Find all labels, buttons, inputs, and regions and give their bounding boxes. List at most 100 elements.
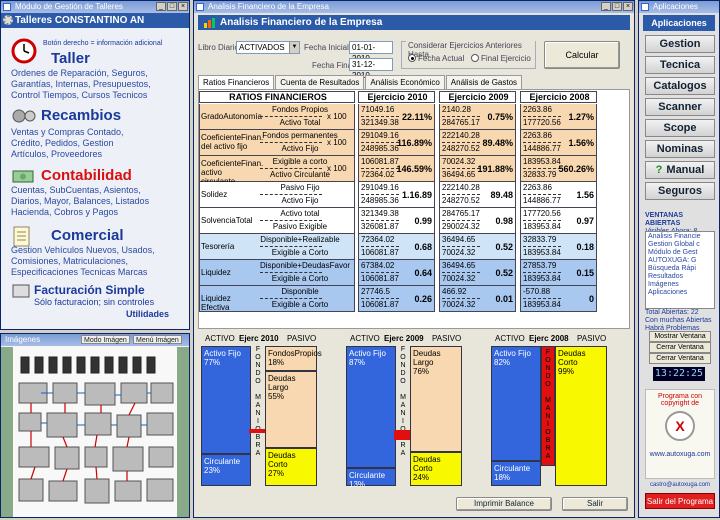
comercial-title[interactable]: Comercial bbox=[51, 227, 124, 244]
value-numerator: 32833.79 bbox=[523, 235, 557, 244]
open-window-item[interactable]: AUTOXUGA: G bbox=[648, 257, 712, 265]
value-denominator: 70024.32 bbox=[442, 248, 476, 257]
warning-note-1: Con muchas Abiertas bbox=[645, 317, 712, 324]
tab-ratios-financieros[interactable]: Ratios Financieros bbox=[198, 75, 275, 89]
maximize-icon[interactable]: □ bbox=[167, 2, 177, 11]
app-button-label: Seguros bbox=[657, 185, 702, 197]
right-window-titlebar[interactable]: Aplicaciones bbox=[639, 1, 719, 13]
recambios-title[interactable]: Recambios bbox=[41, 107, 121, 124]
open-window-item[interactable]: Aplicaciones bbox=[648, 289, 712, 297]
ratio-value-cell: 2263.86 177720.56 1.27% bbox=[520, 104, 597, 130]
value-denominator: 106081.87 bbox=[361, 274, 399, 283]
app-button-nominas[interactable]: Nominas bbox=[645, 140, 715, 158]
salir-programa-button[interactable]: Salir del Programa bbox=[645, 493, 715, 509]
value-denominator: 290024.32 bbox=[442, 222, 480, 231]
radio-fecha-actual[interactable] bbox=[408, 54, 416, 62]
ventanas-abiertas-title: VENTANAS ABIERTAS bbox=[645, 212, 683, 227]
open-window-item[interactable]: Resultados bbox=[648, 273, 712, 281]
tab-analisis-economico[interactable]: Análisis Económico bbox=[365, 75, 445, 89]
autoxuga-logo-icon: X bbox=[665, 411, 695, 441]
left-window-titlebar[interactable]: Módulo de Gestión de Talleres _ □ × bbox=[1, 1, 189, 13]
open-window-item[interactable]: Módulo de Gest bbox=[648, 249, 712, 257]
total-abiertas-box: Total Abiertas: 22 Con muchas Abiertas H… bbox=[645, 309, 715, 333]
minimize-icon[interactable]: _ bbox=[156, 2, 166, 11]
section-contabilidad[interactable]: Contabilidad Cuentas, SubCuentas, Asient… bbox=[1, 165, 191, 225]
libro-diario-select[interactable]: ACTIVADOS ▼ bbox=[236, 41, 300, 54]
fecha-inicial-input[interactable]: 01-01-2010 bbox=[349, 41, 393, 63]
main-window-titlebar[interactable]: Analisis Financiero de la Empresa _ □ × bbox=[194, 1, 634, 13]
cerrar-ventana-button-2[interactable]: Cerrar Ventana bbox=[649, 353, 711, 364]
app-button-label: Nominas bbox=[656, 143, 704, 155]
section-comercial[interactable]: Comercial Gestion Vehículos Nuevos, Usad… bbox=[1, 223, 191, 283]
app-button-gestion[interactable]: Gestion bbox=[645, 35, 715, 53]
ratio-value-cell: 2263.86 144886.77 1.56 bbox=[520, 182, 597, 208]
financial-analysis-window: Analisis Financiero de la Empresa _ □ × An… bbox=[193, 0, 635, 518]
section-recambios[interactable]: Recambios Ventas y Compras Contado, Créd… bbox=[1, 105, 191, 165]
website-link[interactable]: www.autoxuga.com bbox=[646, 451, 714, 458]
value-numerator: 177720.56 bbox=[523, 209, 561, 218]
app-button-tecnica[interactable]: Tecnica bbox=[645, 56, 715, 74]
ratios-panel: RATIOS FINANCIEROS Ejercicio 2010 Ejerci… bbox=[198, 89, 630, 489]
ratio-value-cell: -570.88 183953.84 0 bbox=[520, 286, 597, 312]
facturacion-title[interactable]: Facturación Simple bbox=[34, 283, 145, 297]
close-icon[interactable]: × bbox=[178, 2, 188, 11]
utilidades-link[interactable]: Utilidades bbox=[126, 309, 169, 319]
image-menu-button[interactable]: Menú Imágen bbox=[133, 335, 182, 344]
images-titlebar[interactable]: Imágenes Modo Imágen Menú Imágen bbox=[1, 334, 189, 346]
value-denominator: 248985.36 bbox=[361, 144, 399, 153]
balance-chart: ACTIVO Ejerc 2009 PASIVO Activo Fijo 87% … bbox=[344, 334, 484, 489]
maximize-icon[interactable]: □ bbox=[612, 2, 622, 11]
app-button-scope[interactable]: Scope bbox=[645, 119, 715, 137]
applications-window: Aplicaciones Aplicaciones Gestion Tecnica… bbox=[638, 0, 720, 518]
mostrar-ventana-button[interactable]: Mostrar Ventana bbox=[649, 331, 711, 342]
open-window-item[interactable]: Imágenes bbox=[648, 281, 712, 289]
close-icon[interactable]: × bbox=[623, 2, 633, 11]
fecha-final-input[interactable]: 31-12-2010 bbox=[349, 58, 393, 80]
value-numerator: 222140.28 bbox=[442, 183, 480, 192]
ratio-name: Tesorería bbox=[201, 242, 235, 251]
money-icon bbox=[12, 170, 34, 183]
open-window-item[interactable]: Gestion Global c bbox=[648, 241, 712, 249]
value-numerator: 106081.87 bbox=[361, 157, 399, 166]
ratio-result: 0.97 bbox=[576, 216, 594, 226]
activo-fijo-bar: Activo Fijo 87% bbox=[346, 346, 396, 468]
value-numerator: 70024.32 bbox=[442, 157, 476, 166]
imprimir-balance-button[interactable]: Imprimir Balance bbox=[456, 497, 552, 511]
radio-final-ejercicio[interactable] bbox=[471, 54, 479, 62]
ratio-result: 0.99 bbox=[414, 216, 432, 226]
email-link[interactable]: castro@autoxuga.com bbox=[645, 482, 715, 488]
value-denominator: 106081.87 bbox=[361, 300, 399, 309]
calcular-button[interactable]: Calcular bbox=[544, 41, 620, 69]
app-button-manual[interactable]: ? Manual bbox=[645, 161, 715, 179]
tab-analisis-gastos[interactable]: Análisis de Gastos bbox=[445, 75, 523, 89]
app-button-catalogos[interactable]: Catalogos bbox=[645, 77, 715, 95]
libro-diario-label: Libro Diario bbox=[198, 43, 239, 52]
gear-icon bbox=[3, 15, 13, 25]
chevron-down-icon[interactable]: ▼ bbox=[289, 42, 299, 53]
taller-title[interactable]: Taller bbox=[51, 50, 90, 67]
value-denominator: 183953.84 bbox=[523, 300, 561, 309]
section-taller[interactable]: Botón derecho = información adicional Ta… bbox=[1, 28, 191, 100]
app-button-scanner[interactable]: Scanner bbox=[645, 98, 715, 116]
minimize-icon[interactable]: _ bbox=[601, 2, 611, 11]
ratio-result: 0.68 bbox=[414, 242, 432, 252]
open-windows-list[interactable]: Analisis Financie Gestion Global c Módulo … bbox=[645, 231, 715, 309]
ratio-name: GradoAutonomía bbox=[201, 112, 262, 121]
ratio-value-cell: 183953.84 32833.79 560.26% bbox=[520, 156, 597, 182]
salir-button[interactable]: Salir bbox=[562, 497, 628, 511]
app-icon bbox=[3, 3, 11, 11]
image-mode-button[interactable]: Modo Imágen bbox=[81, 335, 130, 344]
app-button-seguros[interactable]: Seguros bbox=[645, 182, 715, 200]
ratios-header: RATIOS FINANCIEROS bbox=[199, 91, 355, 103]
tab-bar: Ratios Financieros Cuenta de Resultados … bbox=[198, 75, 523, 89]
ejercicio-label: Ejerc 2009 bbox=[384, 334, 424, 343]
open-window-item[interactable]: Búsqueda Rápi bbox=[648, 265, 712, 273]
car-parts-diagram-image[interactable] bbox=[1, 347, 189, 517]
deudas-corto-bar: Deudas Corto 24% bbox=[410, 452, 462, 486]
ratio-numerator: Activo total bbox=[280, 209, 320, 218]
tab-cuenta-resultados[interactable]: Cuenta de Resultados bbox=[275, 75, 365, 89]
contabilidad-title[interactable]: Contabilidad bbox=[41, 167, 132, 184]
ratio-value-cell: 466.92 70024.32 0.01 bbox=[439, 286, 516, 312]
cerrar-ventana-button[interactable]: Cerrar Ventana bbox=[649, 342, 711, 353]
open-window-item[interactable]: Analisis Financie bbox=[648, 233, 712, 241]
